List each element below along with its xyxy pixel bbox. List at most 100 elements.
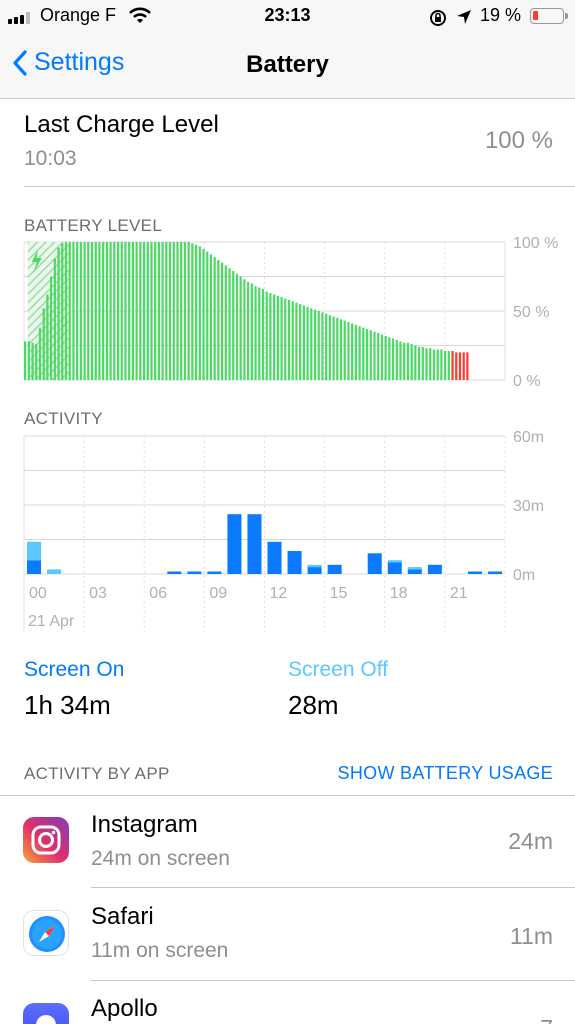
battery-level-bar — [206, 251, 209, 380]
battery-level-bar — [217, 259, 220, 380]
activity-tick-60m: 60m — [513, 429, 544, 446]
last-charge-time: 10:03 — [24, 147, 77, 170]
battery-level-bar — [351, 323, 354, 380]
battery-tick-50: 50 % — [513, 304, 549, 321]
battery-level-bar — [168, 242, 172, 380]
battery-level-bar — [414, 345, 417, 380]
battery-level-bar — [321, 312, 324, 380]
battery-level-bar — [261, 288, 265, 380]
screen-off-bar — [47, 569, 62, 574]
battery-level-bar — [466, 352, 469, 380]
battery-percent: 19 % — [480, 5, 522, 25]
battery-level-bar — [35, 344, 38, 380]
app-row-apollo[interactable]: Apollo 7 — [0, 981, 575, 1024]
screen-on-bar — [167, 571, 182, 574]
battery-level-bar — [339, 319, 343, 380]
battery-level-bar — [451, 351, 454, 380]
battery-level-bar — [57, 247, 60, 380]
last-charge-value: 100 % — [484, 127, 553, 154]
activity-tick-0m: 0m — [513, 567, 535, 584]
battery-level-bar — [116, 242, 120, 380]
screen-on-bar — [27, 560, 42, 574]
battery-level-bar — [313, 309, 317, 380]
battery-level-bar — [172, 242, 175, 380]
battery-level-bar — [120, 242, 123, 380]
battery-level-bar — [180, 242, 183, 380]
battery-level-bar — [76, 242, 79, 380]
battery-level-bar — [369, 330, 372, 380]
status-bar: Orange F 23:13 19 % — [0, 0, 575, 34]
screen-on-bar — [207, 571, 222, 574]
battery-level-bar — [388, 337, 391, 380]
activity-x-tick: 15 — [330, 585, 348, 602]
battery-level-bar — [165, 242, 168, 380]
battery-level-bar — [377, 333, 380, 380]
battery-level-bar — [228, 268, 231, 380]
screen-off-value: 28m — [288, 690, 339, 720]
battery-level-bar — [410, 344, 413, 380]
battery-level-bar — [328, 315, 331, 380]
app-row-instagram[interactable]: Instagram 24m on screen 24m — [0, 795, 575, 887]
battery-level-bar — [458, 352, 462, 380]
battery-level-bar — [247, 282, 250, 380]
screen-off-bar — [27, 541, 42, 561]
screen-off-label: Screen Off — [288, 658, 388, 681]
app-screen-time: 11m on screen — [91, 939, 229, 962]
battery-level-bar — [362, 327, 365, 380]
battery-level-bar — [403, 342, 406, 380]
battery-level-bar — [432, 349, 436, 380]
battery-level-bar — [395, 339, 398, 380]
battery-level-chart: 100 % 50 % 0 % — [23, 236, 558, 390]
battery-level-bar — [447, 351, 450, 380]
app-usage-value: 24m — [508, 828, 553, 854]
battery-level-bar — [105, 242, 108, 380]
battery-level-bar — [191, 243, 194, 380]
battery-level-bar — [343, 320, 346, 380]
battery-level-bar — [235, 273, 239, 380]
battery-level-bar — [462, 352, 465, 380]
battery-level-bar — [269, 293, 272, 380]
battery-level-bar — [213, 257, 216, 380]
app-usage-value: 7 — [540, 1015, 553, 1024]
battery-level-bar — [273, 294, 276, 380]
battery-level-bar — [146, 242, 149, 380]
top-bar: Orange F 23:13 19 % Settings Battery — [0, 0, 575, 99]
battery-level-bar — [72, 242, 75, 380]
battery-level-bar — [109, 242, 112, 380]
battery-level-bar — [83, 242, 86, 380]
orientation-lock-icon — [430, 10, 446, 26]
battery-level-bar — [254, 286, 257, 380]
battery-level-bar — [299, 304, 302, 380]
battery-level-bar — [258, 287, 261, 380]
screen-on-bar — [227, 514, 242, 574]
screen-on-bar — [287, 551, 302, 574]
battery-level-bar — [87, 242, 90, 380]
battery-level-bar — [128, 242, 131, 380]
app-row-safari[interactable]: Safari 11m on screen 11m — [0, 888, 575, 980]
battery-level-bar — [287, 299, 291, 380]
battery-level-bar — [113, 242, 116, 380]
battery-level-bar — [46, 294, 49, 380]
battery-level-bar — [42, 308, 45, 380]
battery-level-bar — [50, 276, 53, 380]
screen-off-bar — [307, 564, 322, 568]
battery-level-bar — [265, 291, 268, 380]
screen-on-value: 1h 34m — [24, 690, 111, 720]
activity-date-label: 21 Apr — [28, 613, 75, 630]
app-usage-value: 11m — [509, 923, 553, 949]
battery-level-bar — [90, 242, 94, 380]
screen-on-bar — [327, 564, 342, 574]
activity-x-tick: 12 — [270, 585, 288, 602]
battery-level-bar — [365, 328, 369, 380]
battery-level-bar — [224, 265, 227, 380]
show-battery-usage-button[interactable]: SHOW BATTERY USAGE — [338, 763, 553, 784]
battery-level-bar — [291, 301, 294, 380]
screen-on-bar — [267, 541, 282, 574]
app-name: Apollo — [91, 995, 158, 1022]
battery-level-bar — [135, 242, 138, 380]
battery-level-bar — [198, 246, 201, 380]
battery-level-bar — [131, 242, 135, 380]
screen-on-bar — [467, 571, 482, 574]
screen-on-bar — [387, 562, 402, 574]
battery-level-bar — [399, 341, 402, 380]
